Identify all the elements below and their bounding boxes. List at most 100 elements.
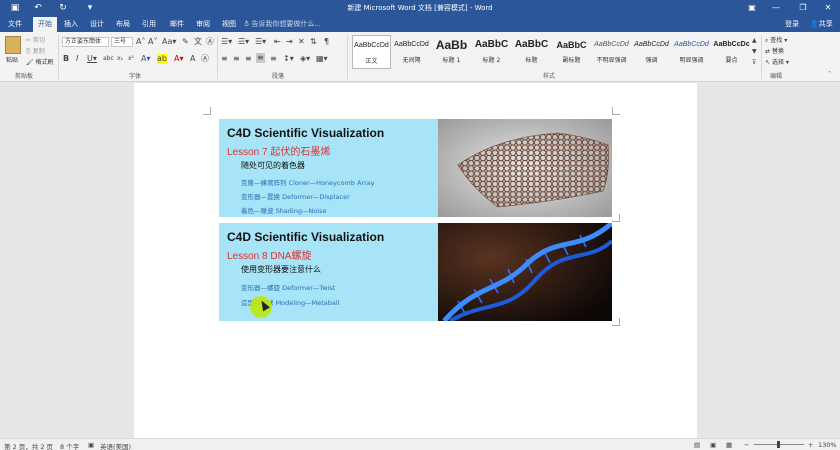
chinese-layout-icon[interactable]: ✕: [298, 37, 305, 47]
strikethrough-icon[interactable]: abc: [103, 54, 114, 64]
copy-button[interactable]: ⎘ 复制: [26, 46, 45, 56]
bold-icon[interactable]: B: [63, 54, 69, 64]
print-layout-icon[interactable]: ▣: [710, 441, 716, 449]
tab-file[interactable]: 文件: [4, 17, 26, 32]
tab-mailings[interactable]: 邮件: [166, 17, 188, 32]
select-label: 选择: [771, 59, 784, 66]
zoom-in-button[interactable]: +: [808, 441, 813, 449]
tab-design[interactable]: 设计: [86, 17, 108, 32]
minimize-button[interactable]: —: [768, 1, 784, 15]
styles-scroll-up-icon[interactable]: ▲: [752, 36, 757, 46]
font-color-icon[interactable]: A▾: [174, 54, 184, 64]
numbering-icon[interactable]: ☰▾: [238, 37, 249, 47]
style-emphasis[interactable]: AaBbCcDd 强调: [632, 35, 671, 69]
multilevel-list-icon[interactable]: ☰▾: [255, 37, 266, 47]
style-preview: AaBb: [435, 38, 468, 52]
clear-formatting-icon[interactable]: ✎: [182, 37, 189, 47]
graphene-image[interactable]: [438, 119, 612, 217]
align-right-icon[interactable]: ≡: [245, 54, 252, 64]
char-border-icon[interactable]: Ⓐ: [201, 54, 209, 64]
zoom-level[interactable]: 130%: [818, 441, 837, 449]
maximize-button[interactable]: ❐: [795, 1, 811, 15]
styles-more-icon[interactable]: ⊽: [752, 58, 756, 68]
web-layout-icon[interactable]: ▦: [726, 441, 732, 449]
paste-icon[interactable]: [5, 36, 21, 54]
char-shading-icon[interactable]: A: [190, 54, 195, 64]
change-case-icon[interactable]: Aa▾: [162, 37, 176, 47]
find-button[interactable]: ⌕ 查找 ▾: [765, 35, 787, 45]
zoom-out-button[interactable]: −: [744, 441, 749, 449]
paste-button[interactable]: 粘贴: [6, 55, 18, 64]
borders-icon[interactable]: ▦▾: [316, 54, 328, 64]
separator: [58, 35, 59, 79]
text-effects-icon[interactable]: A▾: [141, 54, 151, 64]
replace-button[interactable]: ⇄ 替换: [765, 46, 784, 55]
show-marks-icon[interactable]: ¶: [324, 37, 329, 47]
grow-font-icon[interactable]: A˄: [136, 37, 145, 47]
select-button[interactable]: ↖ 选择 ▾: [765, 57, 789, 66]
style-no-spacing[interactable]: AaBbCcDd 无间隔: [392, 35, 431, 69]
style-title[interactable]: AaBbC 标题: [512, 35, 551, 69]
font-name-box[interactable]: 方正姿东簡体: [62, 37, 109, 47]
style-strong[interactable]: AaBbCcDc 要点: [712, 35, 751, 69]
enclose-char-icon[interactable]: Ⓐ: [206, 37, 214, 47]
zoom-slider-thumb[interactable]: [777, 441, 780, 448]
style-heading-2[interactable]: AaBbC 标题 2: [472, 35, 511, 69]
tab-layout[interactable]: 布局: [112, 17, 134, 32]
increase-indent-icon[interactable]: ⇥: [286, 37, 293, 47]
ribbon: 粘贴 ✂ 剪切 ⎘ 复制 🖌 格式刷 剪贴板 方正姿东簡体 三号 A˄ A˅ A…: [0, 32, 840, 82]
lesson-card[interactable]: C4D Scientific Visualization Lesson 7 起伏…: [219, 119, 612, 217]
language-indicator[interactable]: 英语(美国): [100, 441, 131, 450]
style-preview: AaBbC: [474, 39, 509, 50]
style-subtitle[interactable]: AaBbC 副标题: [552, 35, 591, 69]
style-preview: AaBbCcDc: [713, 41, 750, 48]
lesson-title: Lesson 7 起伏的石墨烯: [227, 147, 331, 158]
align-left-icon[interactable]: ≡: [221, 54, 228, 64]
tab-home[interactable]: 开始: [33, 17, 57, 32]
page[interactable]: C4D Scientific Visualization Lesson 7 起伏…: [134, 83, 697, 438]
font-size-box[interactable]: 三号: [111, 37, 133, 47]
lesson-card[interactable]: C4D Scientific Visualization Lesson 8 DN…: [219, 223, 612, 321]
ribbon-tabs: 文件 开始 插入 设计 布局 引用 邮件 审阅 视图 ♁ 告诉我你想要做什么..…: [0, 17, 840, 32]
styles-scroll-down-icon[interactable]: ▼: [752, 47, 757, 57]
close-button[interactable]: ✕: [820, 1, 836, 15]
justify-icon[interactable]: ≡: [256, 53, 265, 63]
sign-in-link[interactable]: 登录: [785, 17, 799, 31]
ribbon-options-button[interactable]: ▣: [744, 1, 760, 15]
read-mode-icon[interactable]: ▤: [694, 441, 700, 449]
cut-button[interactable]: ✂ 剪切: [26, 35, 45, 44]
word-count[interactable]: 8 个字: [60, 441, 79, 450]
style-normal[interactable]: AaBbCcDd 正文: [352, 35, 391, 69]
highlight-icon[interactable]: ab: [157, 54, 167, 64]
dna-image[interactable]: [438, 223, 612, 321]
italic-icon[interactable]: I: [76, 54, 78, 64]
superscript-icon[interactable]: x²: [128, 54, 134, 64]
style-subtle-emphasis[interactable]: AaBbCcDd 不明显强调: [592, 35, 631, 69]
sort-icon[interactable]: ⇅: [310, 37, 317, 47]
distributed-icon[interactable]: ≡: [270, 54, 277, 64]
format-painter-button[interactable]: 🖌 格式刷: [26, 57, 54, 66]
decrease-indent-icon[interactable]: ⇤: [274, 37, 281, 47]
shading-icon[interactable]: ◈▾: [300, 54, 310, 64]
align-center-icon[interactable]: ≡: [233, 54, 240, 64]
tab-insert[interactable]: 插入: [60, 17, 82, 32]
subscript-icon[interactable]: x₂: [117, 54, 123, 64]
page-count[interactable]: 第 2 页，共 2 页: [4, 441, 53, 450]
share-button[interactable]: 👤共享: [810, 17, 833, 31]
style-name: 正文: [365, 58, 378, 65]
underline-icon[interactable]: U▾: [87, 54, 97, 64]
tell-me-box[interactable]: ♁ 告诉我你想要做什么...: [244, 17, 321, 31]
bullets-icon[interactable]: ☰▾: [221, 37, 232, 47]
proofing-icon[interactable]: ▣: [88, 441, 94, 449]
style-name: 副标题: [562, 57, 581, 64]
line-spacing-icon[interactable]: ↕▾: [283, 54, 294, 64]
shrink-font-icon[interactable]: A˅: [148, 37, 157, 47]
tab-view[interactable]: 视图: [218, 17, 240, 32]
phonetic-guide-icon[interactable]: 文: [194, 37, 202, 47]
tab-review[interactable]: 审阅: [192, 17, 214, 32]
document-area[interactable]: C4D Scientific Visualization Lesson 7 起伏…: [0, 83, 840, 438]
collapse-ribbon-icon[interactable]: ˄: [828, 70, 831, 80]
style-intense-emphasis[interactable]: AaBbCcDd 明显强调: [672, 35, 711, 69]
style-heading-1[interactable]: AaBb 标题 1: [432, 35, 471, 69]
tab-references[interactable]: 引用: [138, 17, 160, 32]
